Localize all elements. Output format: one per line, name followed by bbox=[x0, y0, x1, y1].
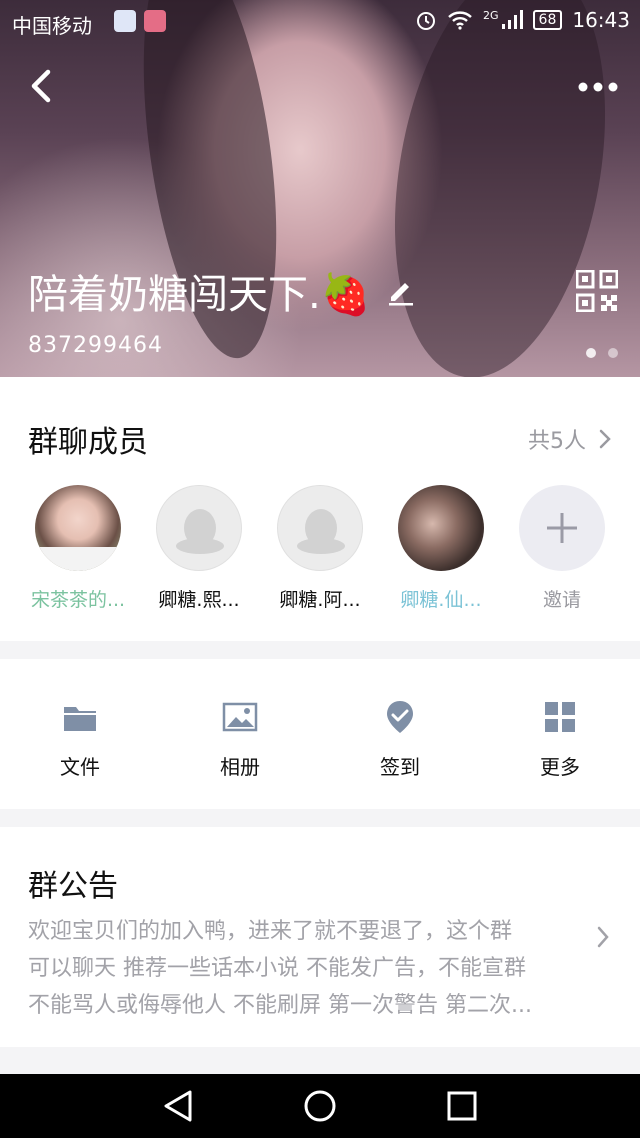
files-label: 文件 bbox=[60, 755, 100, 779]
more-tools-button[interactable]: 更多 bbox=[510, 699, 610, 780]
nav-home-button[interactable] bbox=[302, 1088, 338, 1124]
checkin-button[interactable]: 签到 bbox=[350, 699, 450, 780]
group-name: 陪着奶糖闯天下.🍓 bbox=[28, 262, 417, 320]
group-name-text: 陪着奶糖闯天下.🍓 bbox=[28, 272, 371, 318]
member-name: 宋茶茶的... bbox=[30, 589, 126, 611]
notification-app-icon bbox=[144, 10, 166, 32]
album-label: 相册 bbox=[220, 755, 260, 779]
carrier-label: 中国移动 bbox=[12, 14, 92, 38]
group-id: 837299464 bbox=[28, 333, 163, 358]
members-count-link[interactable]: 共5人 bbox=[528, 423, 612, 455]
edit-name-button[interactable] bbox=[385, 275, 417, 307]
wifi-icon bbox=[448, 11, 472, 30]
avatar-collar bbox=[35, 547, 121, 571]
member-item[interactable]: 卿糖.阿... bbox=[264, 485, 376, 612]
default-avatar-icon bbox=[176, 509, 224, 554]
files-button[interactable]: 文件 bbox=[30, 699, 130, 780]
more-options-button[interactable] bbox=[576, 72, 620, 102]
member-item[interactable]: 卿糖.熙... bbox=[143, 485, 255, 612]
more-label: 更多 bbox=[540, 755, 580, 779]
notice-line: 欢迎宝贝们的加入鸭，进来了就不要退了，这个群 bbox=[28, 919, 513, 944]
clock: 16:43 bbox=[572, 8, 630, 32]
system-navigation-bar bbox=[0, 1074, 640, 1138]
member-avatar-default bbox=[156, 485, 242, 571]
image-icon bbox=[222, 702, 258, 732]
network-type-label: 2G bbox=[483, 8, 499, 22]
album-button[interactable]: 相册 bbox=[190, 699, 290, 780]
notice-line: 不能骂人或侮辱他人 不能刷屏 第一次警告 第二次... bbox=[28, 993, 532, 1018]
default-avatar-icon bbox=[297, 509, 345, 554]
group-header: 中国移动 2G 68 16:43 陪着奶糖闯天下.🍓 837299464 bbox=[0, 0, 640, 377]
notice-line: 可以聊天 推荐一些话本小说 不能发广告，不能宣群 bbox=[28, 956, 526, 981]
chevron-right-icon bbox=[599, 429, 611, 449]
member-name: 卿糖.仙... bbox=[400, 589, 482, 611]
checkin-label: 签到 bbox=[380, 755, 420, 779]
member-name: 卿糖.阿... bbox=[279, 589, 361, 611]
page-dot bbox=[586, 348, 596, 358]
signal-icon bbox=[501, 10, 523, 29]
group-tools-section: 文件 相册 签到 更多 bbox=[0, 659, 640, 809]
members-title: 群聊成员 bbox=[28, 425, 148, 460]
plus-icon bbox=[547, 513, 577, 543]
members-count-label: 共5人 bbox=[528, 429, 586, 454]
group-members-section: 群聊成员 共5人 宋茶茶的... 卿糖.熙... 卿糖.阿... 卿糖.仙...… bbox=[0, 377, 640, 641]
folder-icon bbox=[64, 707, 96, 731]
member-avatar-default bbox=[277, 485, 363, 571]
invite-member-button[interactable]: 邀请 bbox=[506, 485, 618, 612]
member-item[interactable]: 宋茶茶的... bbox=[22, 485, 134, 612]
invite-avatar bbox=[519, 485, 605, 571]
back-button[interactable] bbox=[24, 66, 64, 106]
background-photo-shade bbox=[365, 0, 635, 377]
checkin-pin-icon bbox=[387, 701, 413, 733]
header-page-indicator bbox=[586, 348, 618, 358]
notice-title: 群公告 bbox=[28, 869, 118, 904]
group-notice-section[interactable]: 群公告 欢迎宝贝们的加入鸭，进来了就不要退了，这个群 可以聊天 推荐一些话本小说… bbox=[0, 827, 640, 1047]
nav-recents-button[interactable] bbox=[444, 1088, 480, 1124]
member-avatar bbox=[398, 485, 484, 571]
notification-app-icon bbox=[114, 10, 136, 32]
nav-back-button[interactable] bbox=[160, 1088, 196, 1124]
member-name: 卿糖.熙... bbox=[158, 589, 240, 611]
page-dot bbox=[608, 348, 618, 358]
member-avatar bbox=[35, 485, 121, 571]
invite-label: 邀请 bbox=[542, 589, 581, 611]
status-bar: 中国移动 2G 68 16:43 bbox=[0, 0, 640, 44]
chevron-right-icon bbox=[597, 926, 609, 948]
notice-body: 欢迎宝贝们的加入鸭，进来了就不要退了，这个群 可以聊天 推荐一些话本小说 不能发… bbox=[28, 913, 588, 1024]
member-item[interactable]: 卿糖.仙... bbox=[385, 485, 497, 612]
battery-indicator: 68 bbox=[532, 10, 563, 30]
alarm-icon bbox=[417, 12, 435, 30]
grid-icon bbox=[545, 702, 575, 732]
qr-code-button[interactable] bbox=[576, 270, 618, 312]
